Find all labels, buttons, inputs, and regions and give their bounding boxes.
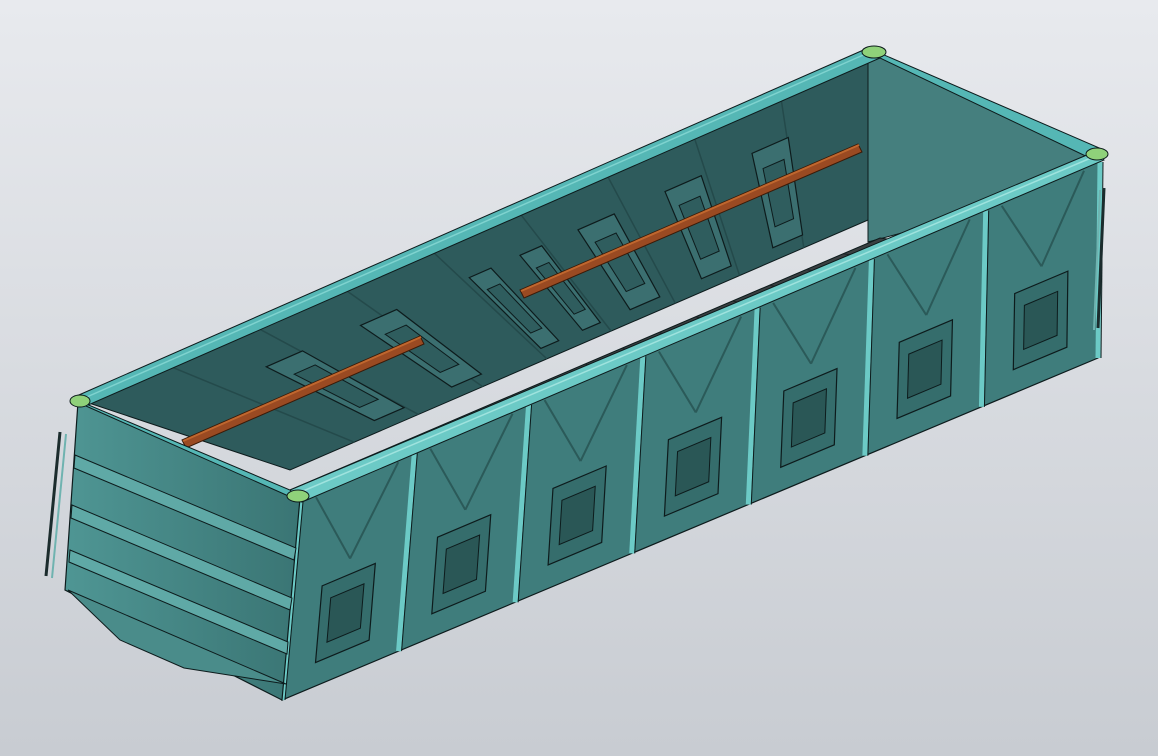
corner-cap-far [861,45,887,59]
cad-viewport[interactable] [0,0,1158,756]
gondola-car-model [0,0,1158,756]
corner-cap-right [1085,147,1109,161]
corner-cap-left [69,394,91,408]
corner-cap-near [286,489,310,503]
